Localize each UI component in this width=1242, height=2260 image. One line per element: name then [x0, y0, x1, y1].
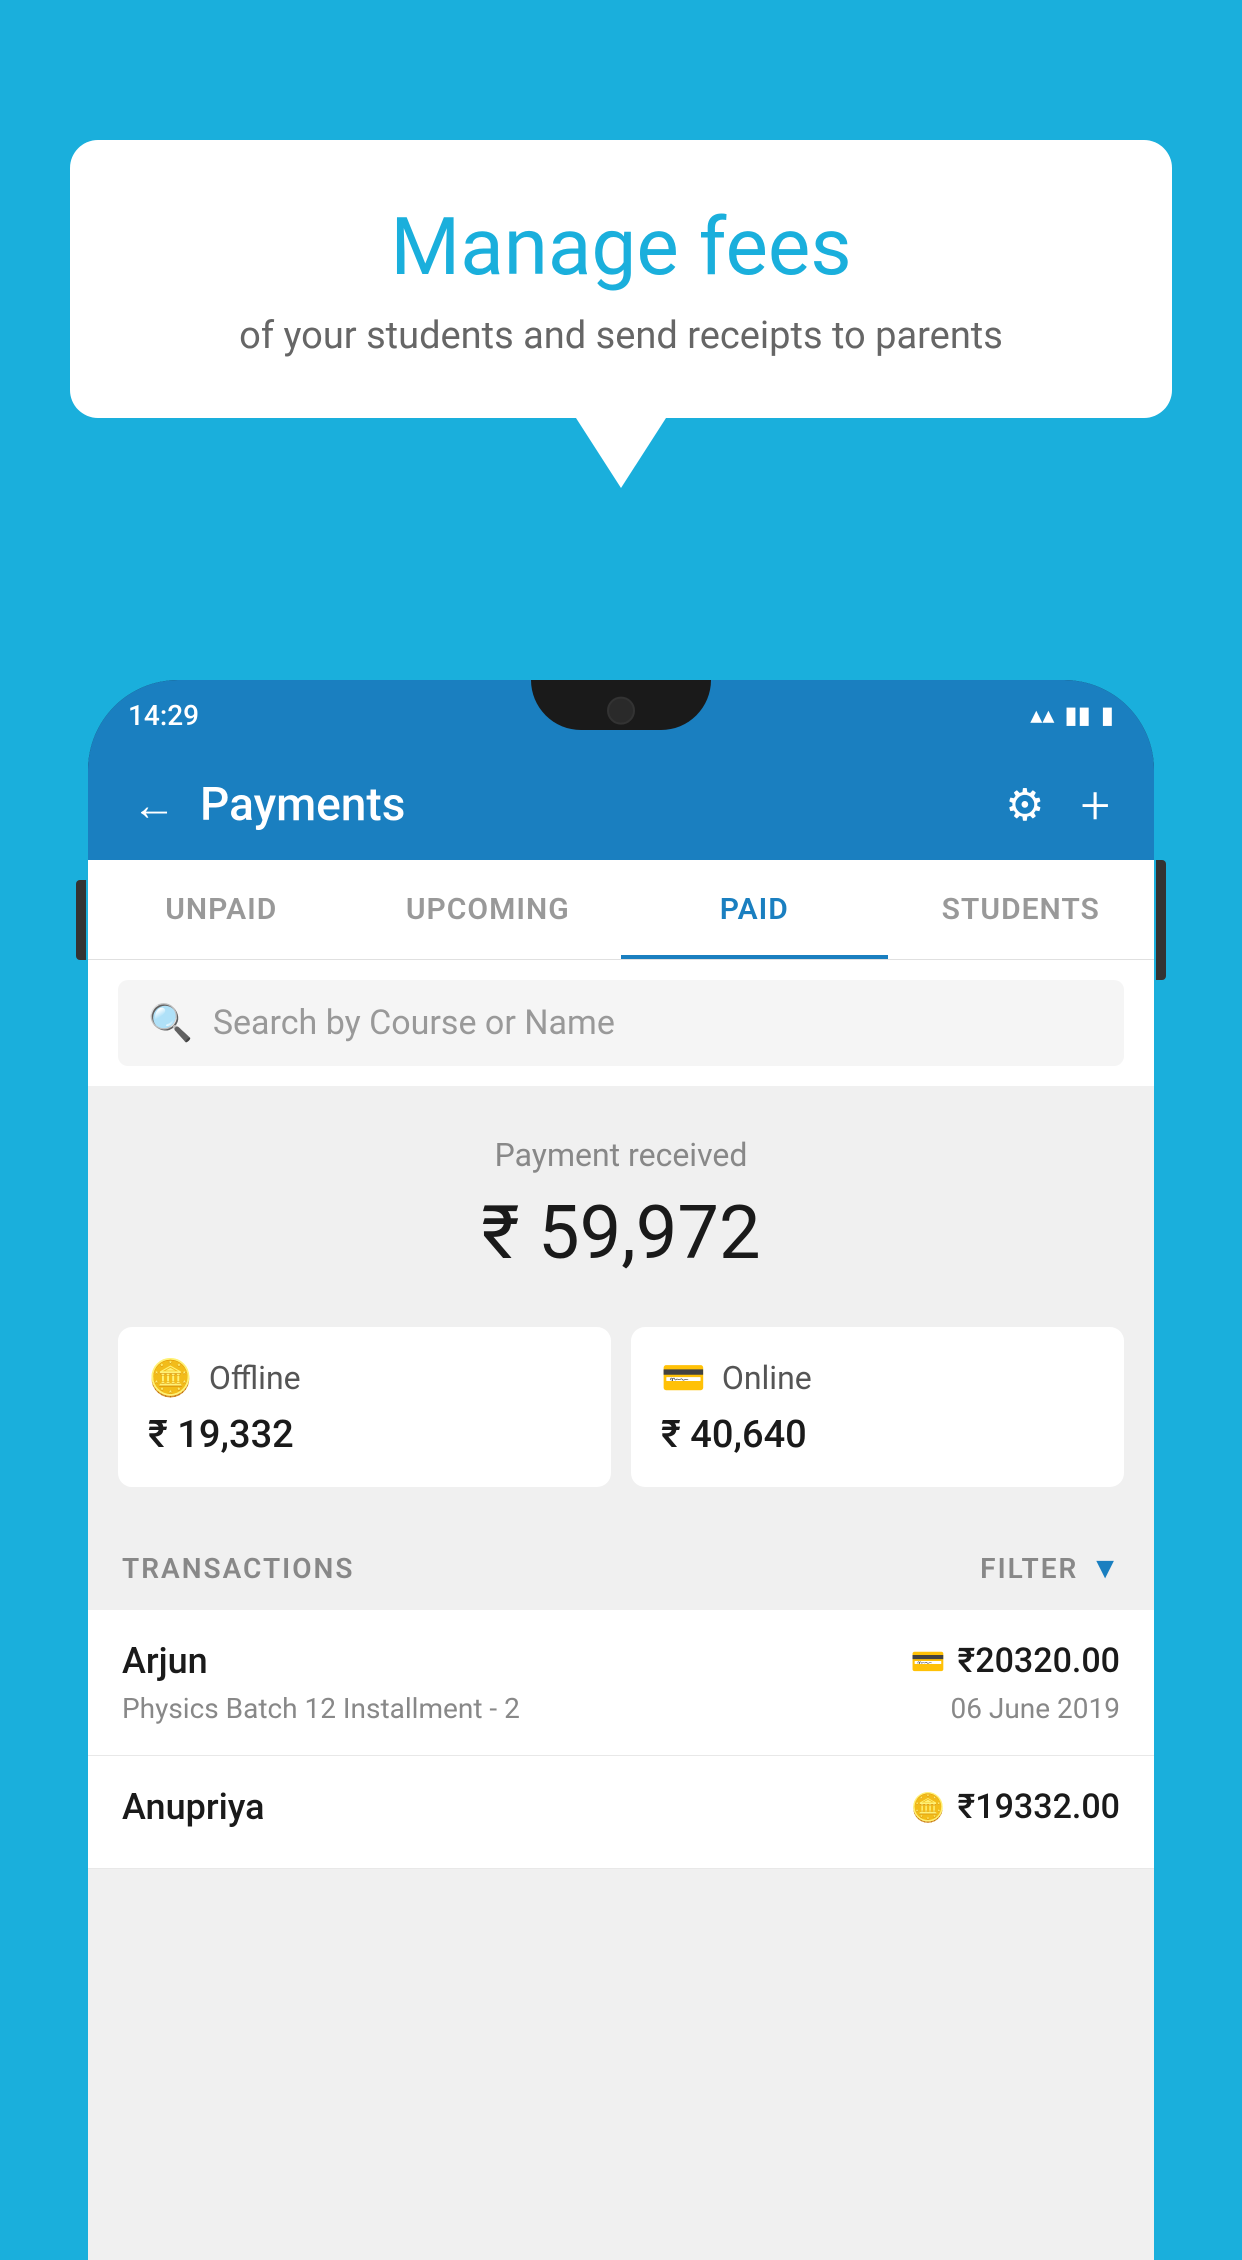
- transaction-name: Anupriya: [122, 1786, 265, 1828]
- transaction-name: Arjun: [122, 1640, 208, 1682]
- search-input[interactable]: Search by Course or Name: [213, 1003, 615, 1043]
- search-container: 🔍 Search by Course or Name: [88, 960, 1154, 1086]
- phone-container: 14:29 ▴▴ ▮▮ ▮ ← Payments ⚙ + UNPAID UPCO…: [88, 680, 1154, 2208]
- speech-bubble: Manage fees of your students and send re…: [70, 140, 1172, 418]
- offline-icon: 🪙: [148, 1357, 193, 1399]
- notch-camera: [607, 697, 635, 725]
- phone-frame: 14:29 ▴▴ ▮▮ ▮ ← Payments ⚙ + UNPAID UPCO…: [88, 680, 1154, 2260]
- phone-side-button-left: [76, 880, 86, 960]
- transaction-amount-container: 💳 ₹20320.00: [911, 1641, 1120, 1681]
- payment-total-amount: ₹ 59,972: [118, 1190, 1124, 1277]
- screen-content: 🔍 Search by Course or Name Payment recei…: [88, 960, 1154, 2260]
- offline-payment-card: 🪙 Offline ₹ 19,332: [118, 1327, 611, 1487]
- tab-upcoming[interactable]: UPCOMING: [355, 860, 622, 959]
- online-payment-card: 💳 Online ₹ 40,640: [631, 1327, 1124, 1487]
- transaction-amount: ₹20320.00: [958, 1641, 1120, 1681]
- tab-unpaid[interactable]: UNPAID: [88, 860, 355, 959]
- filter-label: FILTER: [980, 1552, 1078, 1585]
- transactions-header: TRANSACTIONS FILTER ▼: [88, 1527, 1154, 1610]
- speech-bubble-title: Manage fees: [150, 200, 1092, 294]
- search-icon: 🔍: [148, 1002, 193, 1044]
- status-time: 14:29: [128, 699, 199, 732]
- transaction-amount: ₹19332.00: [958, 1787, 1120, 1827]
- phone-side-button-right: [1156, 860, 1166, 980]
- speech-bubble-arrow: [576, 418, 666, 488]
- tab-students[interactable]: STUDENTS: [888, 860, 1155, 959]
- filter-container[interactable]: FILTER ▼: [980, 1551, 1120, 1586]
- battery-icon: ▮: [1101, 701, 1114, 729]
- payment-cards: 🪙 Offline ₹ 19,332 💳 Online ₹ 40,640: [88, 1307, 1154, 1527]
- signal-icon: ▮▮: [1064, 701, 1090, 729]
- online-amount: ₹ 40,640: [661, 1413, 1094, 1457]
- online-card-header: 💳 Online: [661, 1357, 1094, 1399]
- tabs-container: UNPAID UPCOMING PAID STUDENTS: [88, 860, 1154, 960]
- settings-icon[interactable]: ⚙: [1005, 779, 1044, 831]
- payment-type-icon: 💳: [911, 1645, 946, 1678]
- filter-icon[interactable]: ▼: [1090, 1551, 1120, 1586]
- app-header: ← Payments ⚙ +: [88, 750, 1154, 860]
- speech-bubble-container: Manage fees of your students and send re…: [70, 140, 1172, 488]
- transaction-row[interactable]: Arjun 💳 ₹20320.00 Physics Batch 12 Insta…: [88, 1610, 1154, 1756]
- header-right: ⚙ +: [1005, 775, 1110, 836]
- add-icon[interactable]: +: [1081, 775, 1110, 836]
- offline-card-header: 🪙 Offline: [148, 1357, 581, 1399]
- online-label: Online: [722, 1359, 812, 1397]
- online-icon: 💳: [661, 1357, 706, 1399]
- payment-received-label: Payment received: [118, 1136, 1124, 1174]
- transaction-bottom-row: Physics Batch 12 Installment - 2 06 June…: [122, 1692, 1120, 1725]
- offline-label: Offline: [209, 1359, 301, 1397]
- payment-type-icon: 🪙: [911, 1791, 946, 1824]
- transaction-row[interactable]: Anupriya 🪙 ₹19332.00: [88, 1756, 1154, 1869]
- page-title: Payments: [200, 778, 405, 832]
- offline-amount: ₹ 19,332: [148, 1413, 581, 1457]
- speech-bubble-subtitle: of your students and send receipts to pa…: [150, 314, 1092, 358]
- search-bar[interactable]: 🔍 Search by Course or Name: [118, 980, 1124, 1066]
- payment-summary: Payment received ₹ 59,972: [88, 1086, 1154, 1307]
- transaction-amount-container: 🪙 ₹19332.00: [911, 1787, 1120, 1827]
- transaction-course: Physics Batch 12 Installment - 2: [122, 1692, 520, 1725]
- transactions-section-label: TRANSACTIONS: [122, 1552, 354, 1585]
- phone-notch: [531, 680, 711, 730]
- status-icons: ▴▴ ▮▮ ▮: [1030, 701, 1114, 729]
- transaction-top-row: Anupriya 🪙 ₹19332.00: [122, 1786, 1120, 1828]
- tab-paid[interactable]: PAID: [621, 860, 888, 959]
- header-left: ← Payments: [132, 778, 405, 832]
- transaction-top-row: Arjun 💳 ₹20320.00: [122, 1640, 1120, 1682]
- transaction-date: 06 June 2019: [950, 1692, 1120, 1725]
- wifi-icon: ▴▴: [1030, 701, 1054, 729]
- back-button[interactable]: ←: [132, 779, 176, 831]
